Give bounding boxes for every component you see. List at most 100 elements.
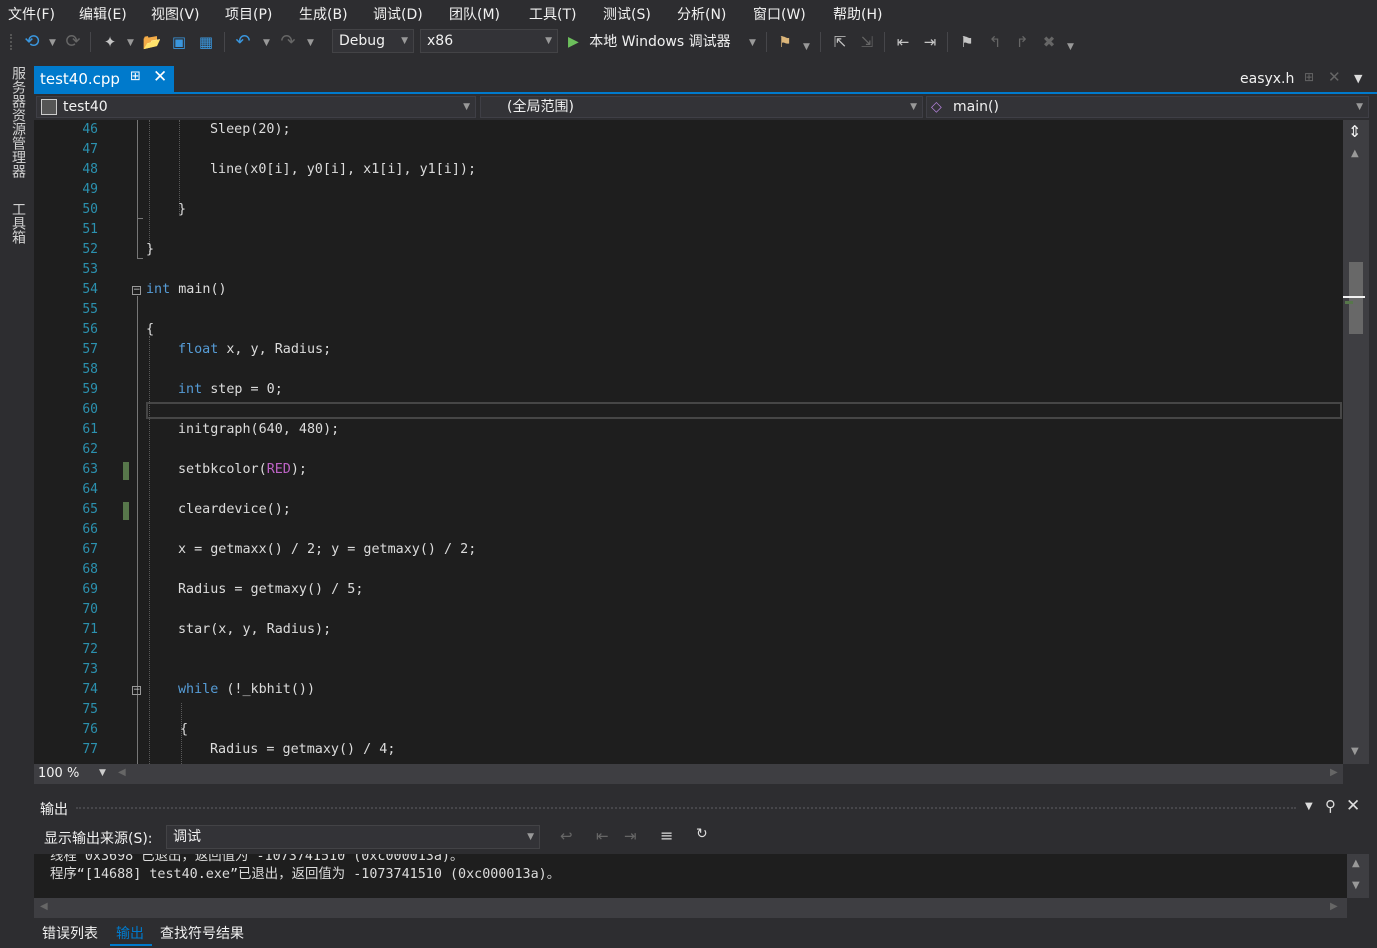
menu-tools[interactable]: 工具(T) bbox=[529, 4, 576, 24]
collapse-icon[interactable]: − bbox=[132, 686, 141, 695]
clear-all-icon[interactable]: ≡ bbox=[660, 826, 673, 845]
scroll-down-icon[interactable]: ▼ bbox=[1352, 880, 1360, 891]
back-dropdown-icon[interactable]: ▼ bbox=[49, 34, 56, 52]
save-all-icon[interactable]: ▦ bbox=[196, 32, 216, 52]
scroll-left-icon[interactable]: ◀ bbox=[118, 767, 126, 778]
split-window-icon[interactable]: ⇕ bbox=[1348, 122, 1361, 141]
clear-bookmarks-icon[interactable]: ✖ bbox=[1039, 32, 1059, 52]
solution-platform-select[interactable]: x86 ▼ bbox=[420, 29, 558, 53]
undo-icon[interactable]: ↶ bbox=[233, 32, 253, 52]
menu-project[interactable]: 项目(P) bbox=[225, 4, 272, 24]
close-icon[interactable]: ✕ bbox=[1328, 68, 1341, 86]
tab-list-dropdown-icon[interactable]: ▼ bbox=[1354, 72, 1362, 85]
bottom-tab-strip: 错误列表 输出 查找符号结果 bbox=[34, 918, 1377, 948]
toolbar-overflow-icon[interactable]: ▼ bbox=[1067, 38, 1074, 56]
outdent-icon[interactable]: ⇤ bbox=[893, 32, 913, 52]
server-explorer-tab[interactable]: 服务器资源管理器 bbox=[8, 66, 28, 178]
undo-dropdown-icon[interactable]: ▼ bbox=[263, 34, 270, 52]
previous-message-icon[interactable]: ⇤ bbox=[596, 827, 609, 845]
pin-icon[interactable]: ⚲ bbox=[1325, 797, 1336, 815]
scroll-up-icon[interactable]: ▲ bbox=[1351, 148, 1359, 159]
tab-test40-cpp[interactable]: test40.cpp ⊞ ✕ bbox=[34, 66, 174, 92]
menu-test[interactable]: 测试(S) bbox=[603, 4, 651, 24]
output-text-area[interactable]: 线程 0x3698 已退出，返回值为 -1073741510 (0xc00001… bbox=[34, 854, 1347, 898]
menu-build[interactable]: 生成(B) bbox=[299, 4, 348, 24]
keyword: int bbox=[146, 282, 171, 297]
find-in-files-icon[interactable]: ⚑ bbox=[775, 32, 795, 52]
code-text: ); bbox=[290, 462, 307, 477]
toolbar-grip[interactable] bbox=[10, 34, 16, 50]
navigate-forward-icon[interactable]: ⟳ bbox=[63, 32, 83, 52]
redo-dropdown-icon[interactable]: ▼ bbox=[307, 34, 314, 52]
panel-grip[interactable] bbox=[76, 807, 1296, 813]
output-horizontal-scrollbar[interactable]: ◀ ▶ bbox=[34, 898, 1347, 918]
code-text: step = 0; bbox=[202, 382, 283, 397]
next-bookmark-icon[interactable]: ↱ bbox=[1012, 32, 1032, 52]
output-panel-title: 输出 bbox=[40, 802, 68, 818]
project-select[interactable]: test40 ▼ bbox=[36, 96, 476, 118]
scroll-right-icon[interactable]: ▶ bbox=[1330, 767, 1338, 778]
navigate-back-icon[interactable]: ⟲ bbox=[22, 32, 42, 52]
close-icon[interactable]: ✕ bbox=[1346, 796, 1360, 816]
scrollbar-thumb[interactable] bbox=[1349, 262, 1363, 334]
toolbar-overflow-icon[interactable]: ▼ bbox=[803, 38, 810, 56]
menu-analyze[interactable]: 分析(N) bbox=[677, 4, 726, 24]
toolbox-tab[interactable]: 工具箱 bbox=[8, 202, 28, 244]
scroll-down-icon[interactable]: ▼ bbox=[1351, 746, 1359, 757]
next-message-icon[interactable]: ⇥ bbox=[624, 827, 637, 845]
step-out-icon[interactable]: ⇲ bbox=[857, 32, 877, 52]
scroll-up-icon[interactable]: ▲ bbox=[1352, 858, 1360, 869]
toolbar-separator bbox=[820, 32, 821, 52]
new-project-icon[interactable]: ✦ bbox=[100, 32, 120, 52]
line-number: 52 bbox=[82, 242, 98, 257]
scope-select[interactable]: (全局范围) ▼ bbox=[480, 96, 923, 118]
tab-output[interactable]: 输出 bbox=[110, 918, 152, 946]
panel-menu-icon[interactable]: ▼ bbox=[1305, 801, 1313, 812]
bookmark-icon[interactable]: ⚑ bbox=[957, 32, 977, 52]
collapse-icon[interactable]: − bbox=[132, 286, 141, 295]
pin-icon[interactable]: ⊞ bbox=[130, 69, 141, 84]
tab-error-list[interactable]: 错误列表 bbox=[42, 923, 98, 943]
indent-icon[interactable]: ⇥ bbox=[920, 32, 940, 52]
scroll-left-icon[interactable]: ◀ bbox=[40, 901, 48, 912]
save-icon[interactable]: ▣ bbox=[169, 32, 189, 52]
run-target-dropdown-icon[interactable]: ▼ bbox=[749, 34, 756, 52]
code-editor[interactable]: 46 47 48 49 50 51 52 53 54 55 56 57 58 59 60 61 62 63 64 65… bbox=[34, 120, 1343, 764]
zoom-dropdown-icon[interactable]: ▼ bbox=[99, 768, 106, 778]
close-icon[interactable]: ✕ bbox=[153, 67, 167, 87]
menu-help[interactable]: 帮助(H) bbox=[833, 4, 882, 24]
code-text: setbkcolor( bbox=[178, 462, 267, 477]
redo-icon[interactable]: ↷ bbox=[278, 32, 298, 52]
keyword: while bbox=[178, 682, 219, 697]
menu-edit[interactable]: 编辑(E) bbox=[79, 4, 127, 24]
pin-icon[interactable]: ⊞ bbox=[1304, 70, 1314, 84]
menu-window[interactable]: 窗口(W) bbox=[753, 4, 806, 24]
start-debugging-button[interactable]: ▶ 本地 Windows 调试器 bbox=[568, 30, 731, 54]
code-line-76: { bbox=[180, 722, 189, 737]
menu-file[interactable]: 文件(F) bbox=[8, 4, 55, 24]
tab-find-symbol-results[interactable]: 查找符号结果 bbox=[160, 923, 244, 943]
line-number: 68 bbox=[82, 562, 98, 577]
new-project-dropdown-icon[interactable]: ▼ bbox=[127, 34, 134, 52]
menu-debug[interactable]: 调试(D) bbox=[373, 4, 423, 24]
solution-configuration-select[interactable]: Debug ▼ bbox=[332, 29, 414, 53]
output-vertical-scrollbar[interactable]: ▲ ▼ bbox=[1347, 854, 1369, 898]
go-to-location-icon[interactable]: ↩ bbox=[560, 827, 573, 845]
output-source-label: 显示输出来源(S): bbox=[44, 831, 153, 847]
open-file-icon[interactable]: 📂 bbox=[142, 32, 162, 52]
change-marker bbox=[123, 462, 129, 480]
step-into-icon[interactable]: ⇱ bbox=[830, 32, 850, 52]
output-source-select[interactable]: 调试 ▼ bbox=[166, 825, 540, 849]
previous-bookmark-icon[interactable]: ↰ bbox=[985, 32, 1005, 52]
scroll-right-icon[interactable]: ▶ bbox=[1330, 901, 1338, 912]
tab-easyx-h[interactable]: easyx.h bbox=[1240, 71, 1294, 87]
toggle-word-wrap-icon[interactable]: ↻ bbox=[696, 826, 708, 842]
member-name: main() bbox=[953, 99, 999, 115]
menu-view[interactable]: 视图(V) bbox=[151, 4, 200, 24]
menu-team[interactable]: 团队(M) bbox=[449, 4, 500, 24]
zoom-level[interactable]: 100 % bbox=[38, 766, 79, 781]
editor-vertical-scrollbar[interactable]: ⇕ ▲ ▼ bbox=[1343, 120, 1369, 764]
line-number: 69 bbox=[82, 582, 98, 597]
project-name: test40 bbox=[63, 99, 108, 115]
member-select[interactable]: ◇ main() ▼ bbox=[926, 96, 1369, 118]
